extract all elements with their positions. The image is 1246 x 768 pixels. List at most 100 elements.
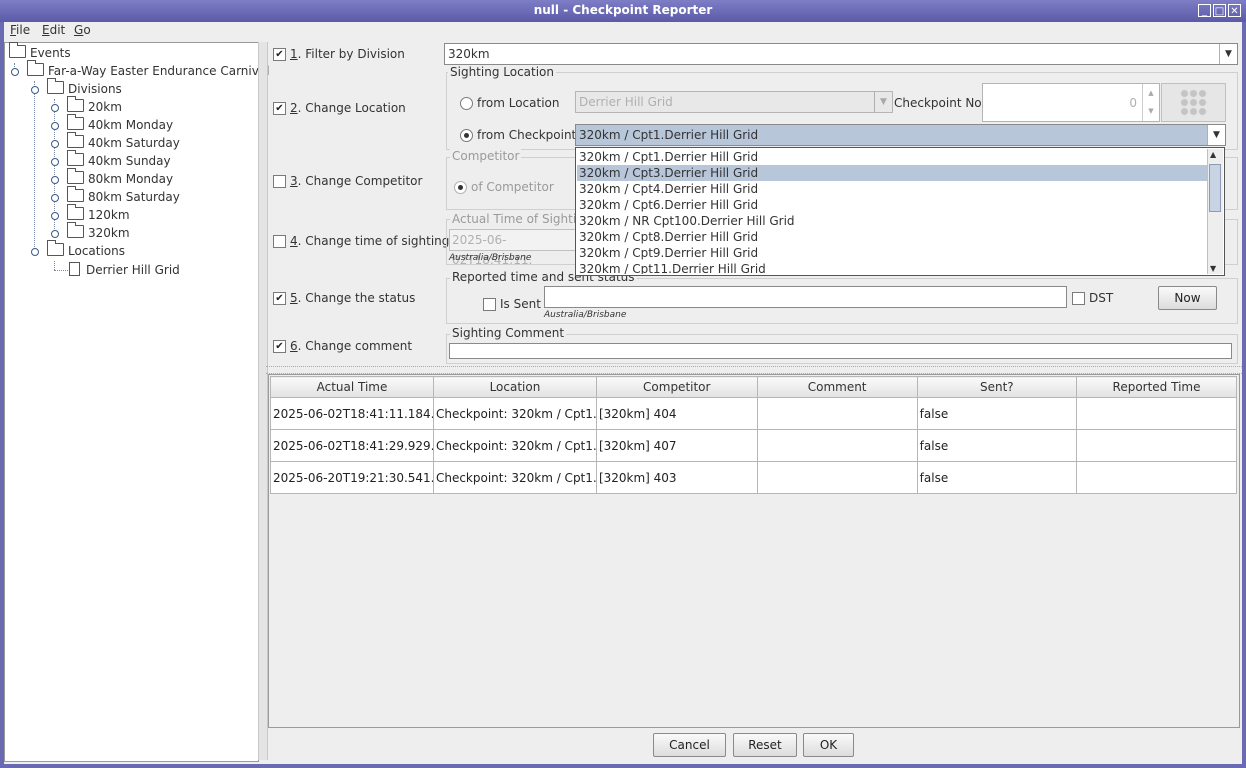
reported-time-field[interactable] [544,286,1067,308]
menu-edit[interactable]: Edit [42,23,65,37]
tree-locations[interactable]: Locations [47,240,125,258]
table-cell[interactable]: [320km] 403 [595,461,758,494]
spinner-arrows-icon[interactable]: ▲ ▼ [1142,84,1159,121]
tree-location-item[interactable]: Derrier Hill Grid [69,262,180,277]
table-cell[interactable]: false [916,461,1078,494]
table-cell[interactable] [756,461,918,494]
table-cell[interactable] [1076,429,1237,462]
dropdown-item[interactable]: 320km / NR Cpt100.Derrier Hill Grid [577,213,1209,229]
scroll-thumb[interactable] [1209,164,1221,212]
event-tree[interactable]: Events Far-a-Way Easter Endurance Carniv… [4,42,270,762]
dropdown-scrollbar[interactable]: ▲ ▼ [1207,149,1223,274]
horizontal-split-divider[interactable] [266,366,1242,374]
dropdown-item[interactable]: 320km / Cpt1.Derrier Hill Grid [577,149,1209,165]
change-location-checkbox[interactable]: ✔ [273,102,286,115]
menu-file[interactable]: File [10,23,30,37]
tree-event[interactable]: Far-a-Way Easter Endurance Carnival [27,60,270,78]
from-checkpoint-combo[interactable]: 320km / Cpt1.Derrier Hill Grid ▼ [575,124,1226,146]
expand-handle-icon[interactable] [31,248,39,256]
from-checkpoint-radio[interactable] [460,129,473,142]
expand-handle-icon[interactable] [51,122,59,130]
tree-division-item[interactable]: 80km Saturday [67,186,180,204]
close-icon[interactable]: ✕ [1228,4,1241,17]
actual-time-field[interactable]: 2025-06-02T18:41:11. [449,229,579,267]
chevron-down-icon[interactable]: ▼ [1219,44,1237,64]
ok-button[interactable]: OK [803,733,854,757]
checkpoint-no-spinner[interactable]: 0 ▲ ▼ [982,83,1160,122]
table-cell[interactable] [1076,461,1237,494]
tree-division-item[interactable]: 80km Monday [67,168,173,186]
table-cell[interactable] [756,429,918,462]
tree-division-item[interactable]: 40km Saturday [67,132,180,150]
expand-handle-icon[interactable] [51,194,59,202]
expand-handle-icon[interactable] [51,140,59,148]
table-cell[interactable]: [320km] 407 [595,429,758,462]
maximize-icon[interactable]: □ [1213,4,1226,17]
column-header[interactable]: Sent? [916,376,1078,398]
tree-division-item[interactable]: 320km [67,222,130,240]
dropdown-item[interactable]: 320km / Cpt8.Derrier Hill Grid [577,229,1209,245]
dropdown-item[interactable]: 320km / Cpt9.Derrier Hill Grid [577,245,1209,261]
table-cell[interactable]: [320km] 404 [595,397,758,430]
column-header[interactable]: Comment [756,376,918,398]
table-cell[interactable] [756,397,918,430]
dst-checkbox[interactable] [1072,292,1085,305]
tree-divisions[interactable]: Divisions [47,78,122,96]
chevron-down-icon[interactable]: ▼ [874,92,892,112]
scroll-down-icon[interactable]: ▼ [1210,264,1216,273]
dropdown-item[interactable]: 320km / Cpt11.Derrier Hill Grid [577,261,1209,274]
dropdown-item[interactable]: 320km / Cpt4.Derrier Hill Grid [577,181,1209,197]
column-header[interactable]: Competitor [595,376,758,398]
table-cell[interactable]: false [916,397,1078,430]
split-pane-divider[interactable] [258,42,268,760]
checkpoint-dropdown-list[interactable]: 320km / Cpt1.Derrier Hill Grid 320km / C… [575,147,1225,276]
from-location-combo[interactable]: Derrier Hill Grid ▼ [575,91,893,113]
reset-button[interactable]: Reset [733,733,797,757]
minimize-icon[interactable]: _ [1198,4,1211,17]
expand-handle-icon[interactable] [31,86,39,94]
table-cell[interactable]: false [916,429,1078,462]
tree-division-item[interactable]: 40km Monday [67,114,173,132]
filter-division-checkbox[interactable]: ✔ [273,48,286,61]
dropdown-item[interactable]: 320km / Cpt6.Derrier Hill Grid [577,197,1209,213]
is-sent-checkbox[interactable] [483,298,496,311]
table-cell[interactable]: Checkpoint: 320km / Cpt1.... [432,429,597,462]
table-cell[interactable]: Checkpoint: 320km / Cpt1.... [432,461,597,494]
table-cell[interactable] [1076,397,1237,430]
change-comment-checkbox[interactable]: ✔ [273,340,286,353]
comment-field[interactable] [449,343,1232,359]
expand-handle-icon[interactable] [51,176,59,184]
expand-handle-icon[interactable] [51,230,59,238]
tree-division-item[interactable]: 40km Sunday [67,150,171,168]
tree-root[interactable]: Events [9,42,71,60]
table-cell[interactable]: 2025-06-02T18:41:11.184... [270,397,434,430]
change-competitor-checkbox[interactable] [273,175,286,188]
expand-handle-icon[interactable] [11,68,19,76]
cancel-button[interactable]: Cancel [653,733,726,757]
expand-handle-icon[interactable] [51,212,59,220]
dropdown-item-selected[interactable]: 320km / Cpt3.Derrier Hill Grid [577,165,1209,181]
tree-division-item[interactable]: 20km [67,96,122,114]
table-cell[interactable]: 2025-06-20T19:21:30.541... [270,461,434,494]
table-cell[interactable]: 2025-06-02T18:41:29.929... [270,429,434,462]
scroll-up-icon[interactable]: ▲ [1210,150,1216,159]
menu-go[interactable]: Go [74,23,91,37]
tree-division-item[interactable]: 120km [67,204,130,222]
expand-handle-icon[interactable] [51,158,59,166]
chevron-down-icon[interactable]: ▼ [1207,125,1225,145]
table-row[interactable]: 2025-06-02T18:41:11.184... Checkpoint: 3… [270,397,1237,430]
now-button[interactable]: Now [1158,286,1217,310]
keypad-button[interactable] [1161,83,1226,122]
column-header[interactable]: Location [432,376,597,398]
column-header[interactable]: Actual Time [270,376,434,398]
from-location-radio[interactable] [460,97,473,110]
column-header[interactable]: Reported Time [1076,376,1237,398]
sightings-table[interactable]: Actual Time Location Competitor Comment … [270,376,1237,494]
change-time-checkbox[interactable] [273,235,286,248]
division-filter-combo[interactable]: 320km ▼ [444,43,1238,65]
change-status-checkbox[interactable]: ✔ [273,292,286,305]
table-row[interactable]: 2025-06-02T18:41:29.929... Checkpoint: 3… [270,429,1237,462]
table-cell[interactable]: Checkpoint: 320km / Cpt1.... [432,397,597,430]
expand-handle-icon[interactable] [51,104,59,112]
table-row[interactable]: 2025-06-20T19:21:30.541... Checkpoint: 3… [270,461,1237,494]
